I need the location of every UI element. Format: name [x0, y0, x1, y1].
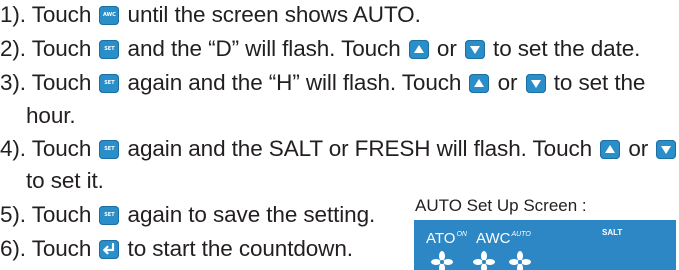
step-5: 5). Touch SET again to save the setting. [0, 200, 375, 230]
step-1: 1). Touch AWC until the screen shows AUT… [0, 0, 421, 30]
step-6-text-b: to start the countdown. [121, 236, 353, 261]
set-button-icon: SET [99, 74, 120, 93]
set-button-label: SET [104, 146, 115, 152]
step-3-text-a: 3). Touch [0, 70, 98, 95]
ato-sup: ON [456, 231, 467, 238]
step-4-text-b: again and the SALT or FRESH will flash. … [121, 136, 599, 161]
salt-indicator: SALT [602, 228, 623, 237]
step-3-continued: hour. [26, 101, 76, 131]
ato-label: ATO [426, 230, 456, 247]
step-4-text-c: or [622, 136, 655, 161]
fan-icon [473, 251, 495, 270]
awc-button-icon: AWC [99, 6, 120, 25]
step-3: 3). Touch SET again and the “H” will fla… [0, 68, 645, 98]
step-3-text-d: to set the [547, 70, 646, 95]
down-arrow-button-icon [464, 40, 485, 59]
enter-button-icon [99, 240, 120, 259]
auto-setup-screen: ATOON AWCAUTO SALT [414, 220, 676, 270]
step-2: 2). Touch SET and the “D” will flash. To… [0, 34, 640, 64]
step-4-continued: to set it. [26, 166, 104, 196]
up-arrow-button-icon [469, 74, 490, 93]
set-button-label: SET [104, 212, 115, 218]
step-4: 4). Touch SET again and the SALT or FRES… [0, 134, 678, 164]
step-5-text-b: again to save the setting. [121, 202, 376, 227]
set-button-label: SET [104, 80, 115, 86]
step-3-text-b: again and the “H” will flash. Touch [121, 70, 468, 95]
step-3-text-c: or [491, 70, 524, 95]
step-2-text-b: and the “D” will flash. Touch [121, 36, 407, 61]
step-2-text-a: 2). Touch [0, 36, 98, 61]
step-2-text-c: or [430, 36, 463, 61]
set-button-icon: SET [99, 140, 120, 159]
awc-button-label: AWC [102, 12, 116, 18]
down-arrow-button-icon [656, 140, 677, 159]
step-6: 6). Touch to start the countdown. [0, 234, 353, 264]
set-button-icon: SET [99, 40, 120, 59]
step-4-text-d: to set it. [26, 168, 104, 193]
set-button-icon: SET [99, 206, 120, 225]
fan-icon [509, 251, 531, 270]
step-1-text-a: 1). Touch [0, 2, 98, 27]
step-2-text-d: to set the date. [486, 36, 641, 61]
step-5-text-a: 5). Touch [0, 202, 98, 227]
step-1-text-b: until the screen shows AUTO. [121, 2, 421, 27]
ato-indicator: ATOON [426, 226, 467, 248]
set-button-label: SET [104, 46, 115, 52]
step-6-text-a: 6). Touch [0, 236, 98, 261]
fan-icon [431, 251, 453, 270]
awc-sup: AUTO [511, 231, 531, 238]
up-arrow-button-icon [600, 140, 621, 159]
awc-label: AWC [476, 230, 511, 247]
down-arrow-button-icon [525, 74, 546, 93]
up-arrow-button-icon [408, 40, 429, 59]
awc-indicator: AWCAUTO [476, 226, 531, 248]
step-3-text-e: hour. [26, 103, 76, 128]
step-4-text-a: 4). Touch [0, 136, 98, 161]
screen-title: AUTO Set Up Screen : [415, 196, 587, 215]
